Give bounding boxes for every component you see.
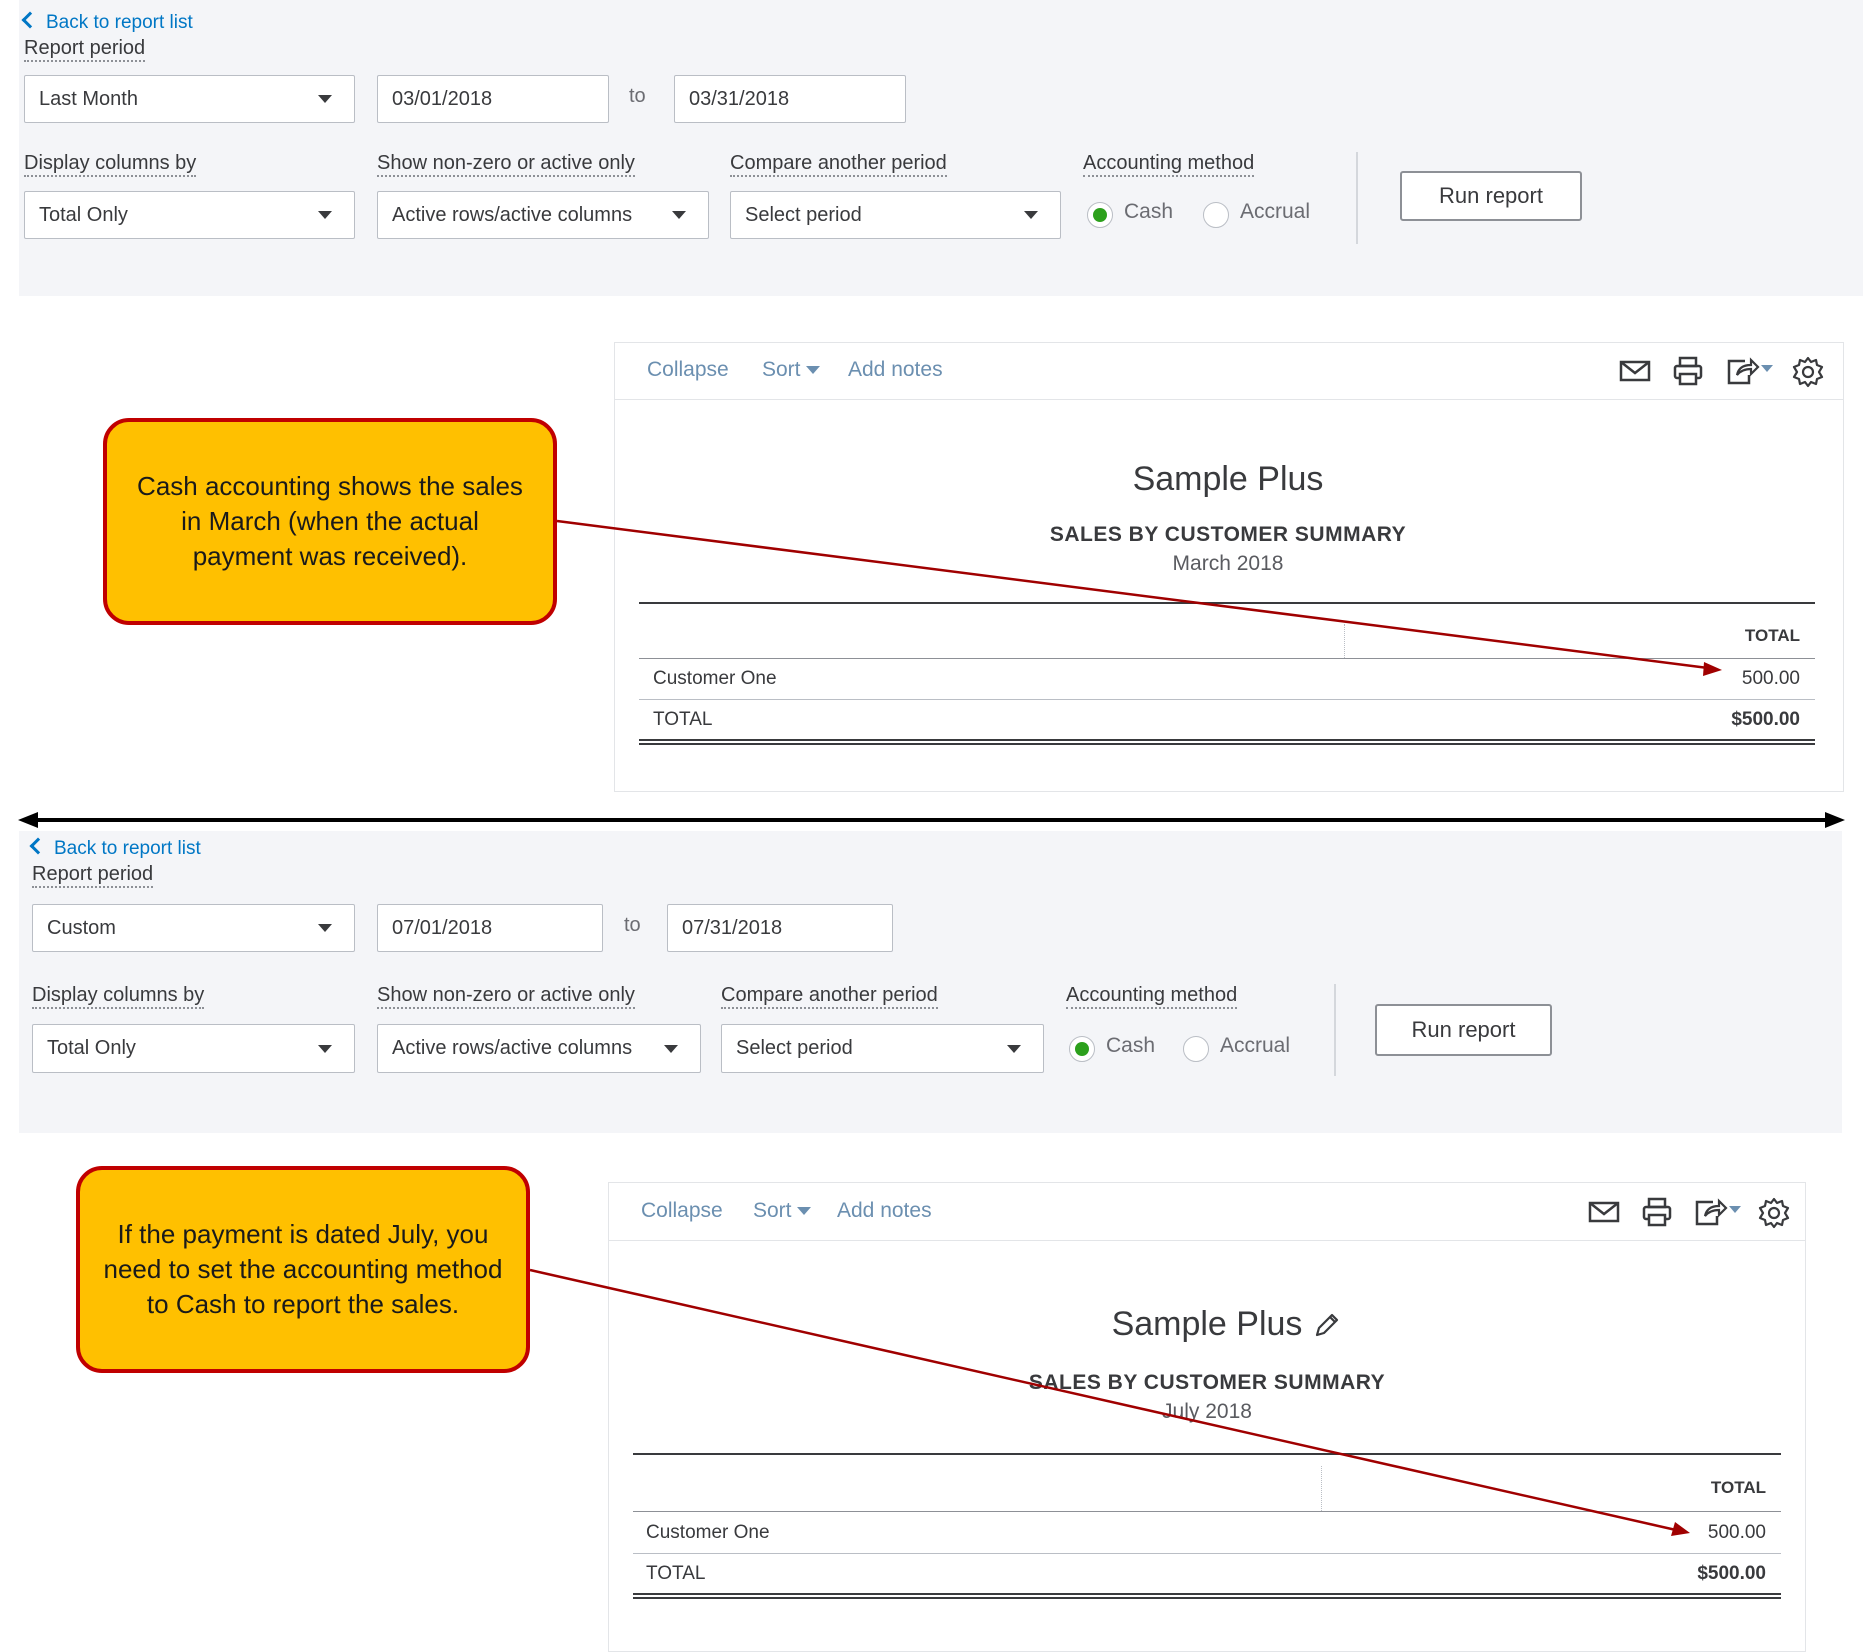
- top-annotation-arrow: [556, 519, 1722, 676]
- bottom-annotation-arrow: [529, 1268, 1690, 1536]
- annotation-arrows: [529, 519, 1722, 1536]
